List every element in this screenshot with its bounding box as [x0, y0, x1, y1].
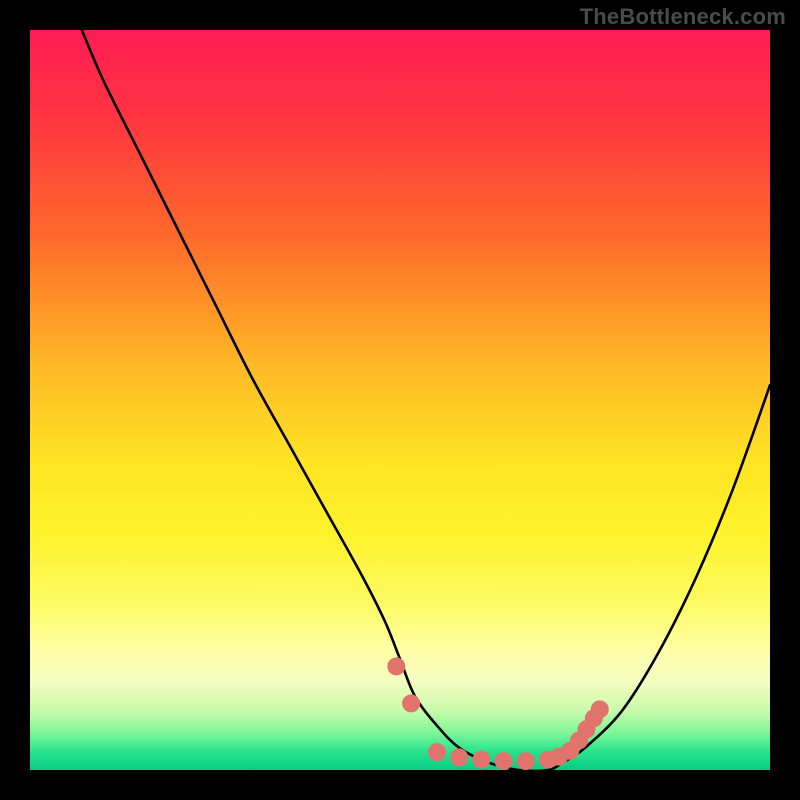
- curve-marker: [450, 748, 468, 766]
- chart-frame: TheBottleneck.com: [0, 0, 800, 800]
- curve-markers: [387, 657, 609, 770]
- curve-marker: [472, 751, 490, 769]
- curve-marker: [387, 657, 405, 675]
- curve-layer: [30, 30, 770, 770]
- curve-marker: [402, 694, 420, 712]
- plot-area: [30, 30, 770, 770]
- curve-marker: [591, 700, 609, 718]
- curve-marker: [517, 752, 535, 770]
- curve-marker: [495, 752, 513, 770]
- watermark-text: TheBottleneck.com: [580, 4, 786, 30]
- bottleneck-curve: [82, 30, 770, 771]
- curve-marker: [428, 743, 446, 761]
